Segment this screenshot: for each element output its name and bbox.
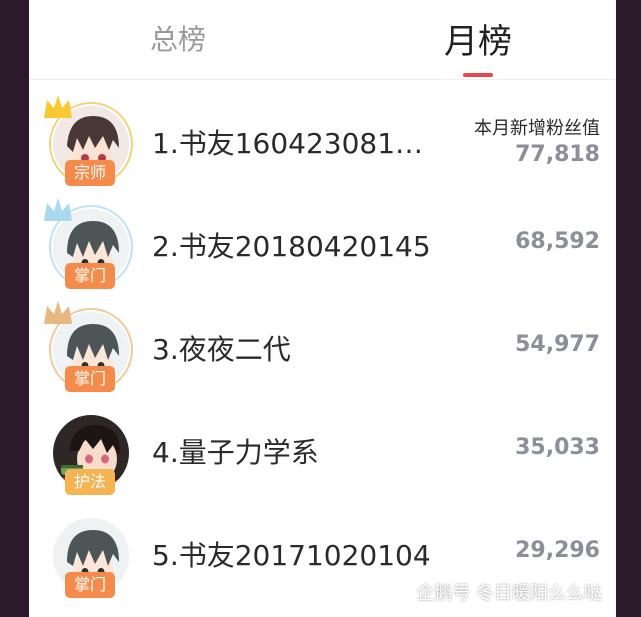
- tab-month[interactable]: 月榜: [444, 14, 512, 63]
- user-name[interactable]: 4.量子力学系: [152, 431, 432, 471]
- rank-badge: 掌门: [65, 263, 115, 289]
- value-caption: 本月新增粉丝值: [474, 118, 600, 139]
- fan-value: 77,818: [515, 142, 600, 167]
- fan-value: 35,033: [515, 435, 600, 460]
- rank-badge: 掌门: [65, 366, 115, 392]
- rank-badge: 护法: [65, 469, 115, 495]
- ranking-tabs: 总榜 月榜: [29, 0, 616, 80]
- list-item[interactable]: 掌门 2.书友2018042014561… 68,592: [29, 197, 616, 300]
- fan-value: 29,296: [515, 538, 600, 563]
- avatar[interactable]: 掌门: [44, 301, 131, 392]
- gold-crown-icon: [44, 95, 72, 118]
- silver-crown-icon: [44, 198, 72, 221]
- avatar[interactable]: 宗师: [44, 95, 131, 186]
- avatar[interactable]: 掌门: [44, 198, 131, 289]
- user-name[interactable]: 2.书友2018042014561…: [152, 225, 432, 265]
- user-name[interactable]: 3.夜夜二代: [152, 328, 432, 368]
- avatar[interactable]: 掌门: [51, 516, 131, 598]
- user-name[interactable]: 5.书友2017102010404…: [152, 534, 432, 574]
- rank-badge: 宗师: [65, 160, 115, 186]
- watermark-text: 企鹅号 冬日暖阳么么哒: [416, 583, 602, 604]
- list-item[interactable]: 掌门 3.夜夜二代 54,977: [29, 300, 616, 403]
- active-tab-indicator: [463, 73, 493, 77]
- ranking-card: 总榜 月榜 宗师 1.书友160423081… 本月新增粉丝值 77,818 掌…: [29, 0, 616, 617]
- rank-badge: 掌门: [65, 572, 115, 598]
- fan-value: 54,977: [515, 332, 600, 357]
- user-name[interactable]: 1.书友160423081…: [152, 122, 432, 162]
- avatar[interactable]: 护法: [51, 413, 131, 495]
- bronze-crown-icon: [44, 301, 72, 324]
- penguin-logo-icon: [388, 586, 410, 600]
- list-item[interactable]: 宗师 1.书友160423081… 本月新增粉丝值 77,818: [29, 94, 616, 197]
- fan-value: 68,592: [515, 229, 600, 254]
- watermark: 企鹅号 冬日暖阳么么哒: [388, 579, 602, 605]
- tab-total[interactable]: 总榜: [150, 18, 206, 58]
- list-item[interactable]: 护法 4.量子力学系 35,033: [29, 403, 616, 506]
